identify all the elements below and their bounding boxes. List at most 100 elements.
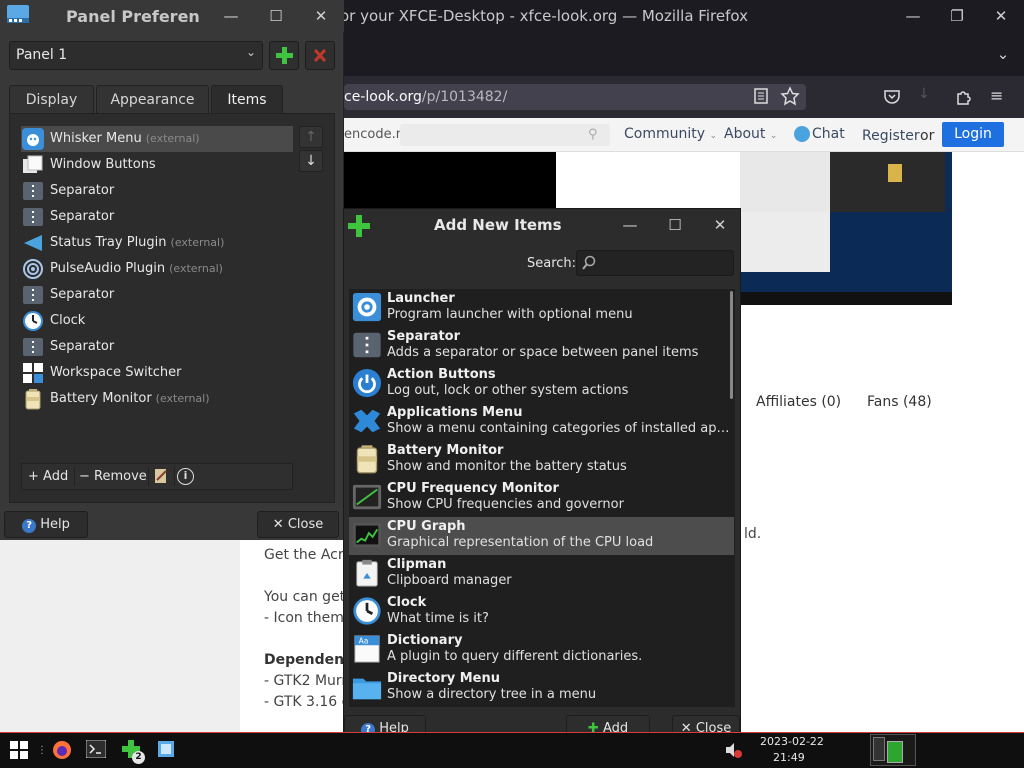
panel-item-row[interactable]: Workspace Switcher <box>21 360 293 386</box>
plugin-list-item[interactable]: CPU Frequency Monitor Show CPU frequencie… <box>349 479 734 517</box>
plugin-list-item[interactable]: Clipman Clipboard manager <box>349 555 734 593</box>
tab-display[interactable]: Display <box>9 85 94 114</box>
clock-time[interactable]: 21:49 <box>773 751 805 764</box>
search-label: Search: <box>527 256 577 271</box>
plugin-list-item[interactable]: Separator Adds a separator or space betwe… <box>349 327 734 365</box>
panel-preferences-task-icon[interactable] <box>157 740 175 758</box>
plugin-description: Show a directory tree in a menu <box>387 687 597 702</box>
panel-item-label: Separator <box>50 287 115 302</box>
folder-icon <box>352 672 384 704</box>
plugin-name: Clock <box>387 595 427 610</box>
or-text: or <box>920 128 935 144</box>
window-count-badge: 2 <box>132 751 145 764</box>
site-search-input[interactable]: ⚲ <box>400 124 610 146</box>
panel-item-row[interactable]: Separator <box>21 282 293 308</box>
maximize-icon[interactable]: ☐ <box>660 210 690 240</box>
close-icon[interactable]: ✕ <box>306 1 336 31</box>
nav-community[interactable]: Community ⌄ <box>624 126 717 142</box>
volume-muted-icon[interactable] <box>724 741 742 759</box>
toolbar-divider <box>74 467 75 486</box>
close-icon[interactable]: ✕ <box>705 210 735 240</box>
edit-item-icon[interactable] <box>153 468 169 484</box>
dictionary-icon: Aa <box>352 634 384 666</box>
downloads-icon[interactable]: ↓ <box>918 86 938 106</box>
plugin-description: What time is it? <box>387 611 489 626</box>
plugin-name: Separator <box>387 329 460 344</box>
tab-items[interactable]: Items <box>211 85 283 114</box>
list-tabs-chevron-icon[interactable]: ⌄ <box>988 39 1018 69</box>
list-scrollbar[interactable] <box>730 291 733 399</box>
panel-item-row[interactable]: Clock <box>21 308 293 334</box>
minimize-icon[interactable]: — <box>898 1 928 31</box>
login-button[interactable]: Login <box>942 122 1004 147</box>
reader-view-icon[interactable] <box>752 87 770 105</box>
panel-item-row[interactable]: Window Buttons <box>21 152 293 178</box>
plugin-name: Dictionary <box>387 633 463 648</box>
screenshot-preview-image[interactable] <box>740 152 952 305</box>
panel-item-row[interactable]: Status Tray Plugin (external) <box>21 230 293 256</box>
clock-date[interactable]: 2023-02-22 <box>760 735 824 748</box>
panel-item-row[interactable]: Separator <box>21 178 293 204</box>
move-up-arrow-icon[interactable]: ↑ <box>299 126 323 148</box>
close-x-icon: ✕ <box>680 721 692 732</box>
remove-panel-button[interactable] <box>305 41 335 70</box>
plugin-name: Launcher <box>387 291 455 306</box>
plugin-name: CPU Graph <box>387 519 466 534</box>
panel-select[interactable]: Panel 1 ⌄ <box>9 41 263 70</box>
plugin-list-item[interactable]: Aa Dictionary A plugin to query different … <box>349 631 734 669</box>
add-item-button[interactable]: + Add <box>28 464 68 489</box>
nav-chat[interactable]: Chat <box>812 126 845 142</box>
about-info-icon[interactable]: i <box>177 468 194 485</box>
reorder-buttons: ↑ ↓ <box>299 126 323 174</box>
remove-item-button[interactable]: − Remove <box>79 464 147 489</box>
move-down-arrow-icon[interactable]: ↓ <box>299 150 323 172</box>
plugin-list-item[interactable]: Launcher Program launcher with optional m… <box>349 289 734 327</box>
add-panel-button[interactable] <box>269 41 299 70</box>
separator-icon <box>22 284 44 306</box>
plugin-list-item[interactable]: Applications Menu Show a menu containing … <box>349 403 734 441</box>
panel-item-label: Separator <box>50 183 115 198</box>
close-button[interactable]: ✕ Close <box>672 715 740 732</box>
plugin-list-item[interactable]: Action Buttons Log out, lock or other sys… <box>349 365 734 403</box>
site-brand[interactable]: encode.n <box>344 127 404 142</box>
tab-affiliates[interactable]: Affiliates (0) <box>756 394 841 410</box>
workspace-switcher[interactable] <box>870 734 916 766</box>
extensions-icon[interactable] <box>954 86 974 106</box>
restore-icon[interactable]: ❐ <box>942 1 972 31</box>
firefox-icon[interactable] <box>52 740 72 760</box>
menu-hamburger-icon[interactable]: ≡ <box>990 86 1010 106</box>
preview-folder-icon <box>888 164 902 182</box>
terminal-icon[interactable] <box>86 740 106 758</box>
xfce-mouse-icon <box>352 406 384 438</box>
close-icon[interactable]: ✕ <box>986 1 1016 31</box>
help-button[interactable]: ? Help <box>4 511 88 538</box>
plugin-list-item[interactable]: Directory Menu Show a directory tree in a… <box>349 669 734 707</box>
panel-item-row[interactable]: Separator <box>21 204 293 230</box>
start-menu-windows-icon[interactable] <box>10 741 28 759</box>
panel-item-row[interactable]: Whisker Menu (external) <box>21 126 293 152</box>
workspace-1-window <box>873 737 885 761</box>
nav-about[interactable]: About ⌄ <box>724 126 777 142</box>
page-heading: Dependenc <box>264 652 353 668</box>
help-button[interactable]: ? Help <box>344 715 426 732</box>
add-button[interactable]: ✚ Add <box>566 715 650 732</box>
plugin-list-item[interactable]: CPU Graph Graphical representation of the… <box>349 517 734 555</box>
plugin-list-item[interactable]: Clock What time is it? <box>349 593 734 631</box>
maximize-icon[interactable]: ☐ <box>261 1 291 31</box>
dialog-footer: ? Help ✚ Add ✕ Close <box>344 710 740 732</box>
url-bar[interactable]: ce-look.org/p/1013482/ <box>344 84 806 110</box>
preview-image[interactable] <box>344 152 556 212</box>
minimize-icon[interactable]: — <box>615 210 645 240</box>
close-button[interactable]: ✕ Close <box>257 511 339 538</box>
pocket-icon[interactable] <box>882 86 902 106</box>
tab-fans[interactable]: Fans (48) <box>867 394 932 410</box>
panel-item-row[interactable]: Separator <box>21 334 293 360</box>
plugin-list-item[interactable]: Battery Monitor Show and monitor the batt… <box>349 441 734 479</box>
search-input[interactable] <box>576 250 734 276</box>
panel-item-row[interactable]: PulseAudio Plugin (external) <box>21 256 293 282</box>
panel-item-row[interactable]: Battery Monitor (external) <box>21 386 293 412</box>
register-link[interactable]: Register <box>862 128 920 144</box>
tab-appearance[interactable]: Appearance <box>96 85 209 114</box>
minimize-icon[interactable]: — <box>216 1 246 31</box>
bookmark-star-icon[interactable] <box>780 86 800 106</box>
